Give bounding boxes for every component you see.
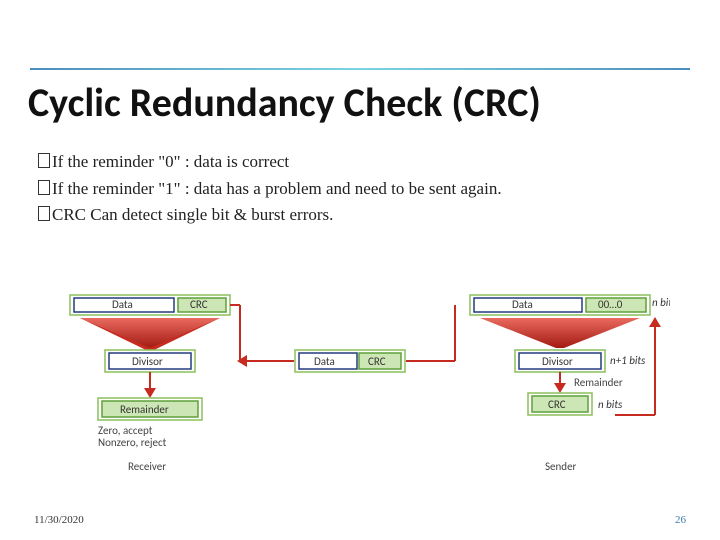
- sender-n-plus-1-label: n+1 bits: [610, 354, 646, 367]
- sender-crc-box-label: CRC: [548, 398, 566, 411]
- sender-remainder-label: Remainder: [574, 376, 623, 389]
- sender-divisor-label: Divisor: [542, 355, 573, 368]
- receiver-divisor-label: Divisor: [132, 355, 163, 368]
- sender-zeros-label: 00…0: [598, 298, 623, 311]
- mid-crc-label: CRC: [368, 355, 386, 368]
- bullet-item: CRC Can detect single bit & burst errors…: [38, 203, 690, 228]
- bullet-text: If the reminder "0" : data is correct: [52, 152, 289, 171]
- bullet-marker: [38, 180, 50, 195]
- bullet-marker: [38, 206, 50, 221]
- sender-caption: Sender: [545, 460, 577, 473]
- sender-nbits-label: n bits: [652, 296, 670, 309]
- crc-diagram: Data CRC Divisor Remainder Zero, accept: [50, 290, 670, 485]
- sender-nbits2-label: n bits: [598, 398, 623, 411]
- title-divider: [30, 68, 690, 70]
- mid-data-label: Data: [314, 355, 335, 368]
- sender-data-label: Data: [512, 298, 533, 311]
- bullet-list: If the reminder "0" : data is correct If…: [38, 150, 690, 230]
- footer-date: 11/30/2020: [34, 514, 84, 526]
- bullet-marker: [38, 153, 50, 168]
- bullet-text: If the reminder "1" : data has a problem…: [52, 179, 502, 198]
- bullet-text: CRC Can detect single bit & burst errors…: [52, 205, 333, 224]
- receiver-crc-label: CRC: [190, 298, 208, 311]
- receiver-data-label: Data: [112, 298, 133, 311]
- slide-number: 26: [675, 514, 686, 526]
- receiver-note2: Nonzero, reject: [98, 436, 167, 449]
- receiver-remainder-label: Remainder: [120, 403, 169, 416]
- receiver-caption: Receiver: [128, 460, 166, 473]
- bullet-item: If the reminder "0" : data is correct: [38, 150, 690, 175]
- bullet-item: If the reminder "1" : data has a problem…: [38, 177, 690, 202]
- slide-title: Cyclic Redundancy Check (CRC): [28, 78, 541, 127]
